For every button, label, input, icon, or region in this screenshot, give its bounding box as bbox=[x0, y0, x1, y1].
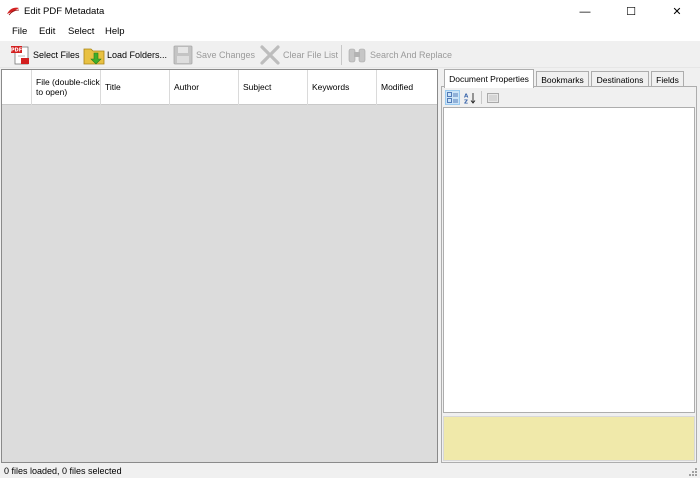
resize-grip-icon[interactable] bbox=[688, 467, 698, 477]
column-title-label: Title bbox=[105, 81, 121, 92]
property-grid-toolbar: A Z bbox=[443, 88, 695, 107]
column-file-label: File (double-click to open) bbox=[36, 77, 100, 97]
folder-icon bbox=[83, 44, 105, 66]
column-file[interactable]: File (double-click to open) bbox=[32, 70, 101, 105]
app-logo-icon bbox=[7, 7, 20, 16]
column-subject-label: Subject bbox=[243, 81, 272, 92]
grid-header: File (double-click to open) Title Author… bbox=[2, 70, 437, 105]
categorized-button[interactable] bbox=[445, 90, 460, 105]
pdf-icon-label: PDF bbox=[11, 47, 22, 53]
maximize-button[interactable]: ☐ bbox=[608, 0, 654, 23]
column-title[interactable]: Title bbox=[101, 70, 170, 105]
column-keywords[interactable]: Keywords bbox=[308, 70, 377, 105]
property-grid[interactable] bbox=[443, 107, 695, 413]
row-header-column bbox=[2, 70, 32, 105]
tab-bookmarks[interactable]: Bookmarks bbox=[536, 71, 589, 87]
tab-bookmarks-label: Bookmarks bbox=[541, 74, 584, 85]
tab-fields-label: Fields bbox=[656, 74, 679, 85]
property-description-pane bbox=[443, 416, 695, 461]
close-button[interactable]: ✕ bbox=[654, 0, 700, 23]
save-disk-icon bbox=[172, 44, 194, 66]
load-folders-button[interactable]: Load Folders... bbox=[83, 43, 167, 66]
file-list-grid[interactable]: File (double-click to open) Title Author… bbox=[1, 69, 438, 463]
binoculars-icon bbox=[346, 44, 368, 66]
menu-file[interactable]: File bbox=[12, 26, 27, 37]
status-text: 0 files loaded, 0 files selected bbox=[4, 466, 122, 476]
tab-document-properties-label: Document Properties bbox=[449, 74, 529, 84]
property-pages-icon bbox=[486, 92, 499, 103]
select-files-button[interactable]: PDF Select Files bbox=[9, 43, 80, 66]
column-author[interactable]: Author bbox=[170, 70, 239, 105]
select-files-label: Select Files bbox=[33, 49, 80, 60]
minimize-button[interactable]: — bbox=[562, 0, 608, 23]
svg-text:Z: Z bbox=[464, 99, 468, 104]
tab-document-properties[interactable]: Document Properties bbox=[444, 69, 534, 88]
clear-x-icon bbox=[259, 44, 281, 66]
tab-destinations[interactable]: Destinations bbox=[591, 71, 649, 87]
clear-file-list-label: Clear File List bbox=[283, 49, 339, 60]
column-keywords-label: Keywords bbox=[312, 81, 350, 92]
menu-help[interactable]: Help bbox=[105, 26, 125, 37]
maximize-icon: ☐ bbox=[626, 6, 636, 18]
categorized-icon bbox=[447, 92, 458, 103]
menu-select[interactable]: Select bbox=[68, 26, 94, 37]
save-changes-label: Save Changes bbox=[196, 49, 256, 60]
title-bar: Edit PDF Metadata — ☐ ✕ bbox=[0, 0, 700, 23]
search-and-replace-label: Search And Replace bbox=[370, 49, 453, 60]
minimize-icon: — bbox=[579, 5, 591, 18]
tab-fields[interactable]: Fields bbox=[651, 71, 684, 87]
toolbar: PDF Select Files Load Folders... Save Ch… bbox=[0, 41, 700, 68]
column-subject[interactable]: Subject bbox=[239, 70, 308, 105]
property-toolbar-separator bbox=[481, 91, 482, 104]
toolbar-separator bbox=[341, 45, 342, 65]
sort-az-icon: A Z bbox=[464, 92, 475, 104]
close-icon: ✕ bbox=[672, 6, 682, 18]
alphabetical-sort-button[interactable]: A Z bbox=[462, 90, 477, 105]
load-folders-label: Load Folders... bbox=[107, 49, 168, 60]
properties-panel: Document Properties Bookmarks Destinatio… bbox=[440, 69, 699, 463]
save-changes-button[interactable]: Save Changes bbox=[172, 43, 255, 66]
column-modified-label: Modified bbox=[381, 81, 414, 92]
clear-file-list-button[interactable]: Clear File List bbox=[259, 43, 338, 66]
column-author-label: Author bbox=[174, 81, 200, 92]
status-bar: 0 files loaded, 0 files selected bbox=[0, 464, 700, 478]
search-and-replace-button[interactable]: Search And Replace bbox=[346, 43, 452, 66]
pdf-file-icon: PDF bbox=[9, 44, 31, 66]
column-modified[interactable]: Modified bbox=[377, 70, 437, 105]
document-properties-content: A Z bbox=[441, 86, 697, 463]
tab-destinations-label: Destinations bbox=[596, 74, 644, 85]
property-pages-button[interactable] bbox=[485, 90, 500, 105]
menu-bar: File Edit Select Help bbox=[0, 23, 700, 41]
window-title: Edit PDF Metadata bbox=[24, 6, 105, 17]
menu-edit[interactable]: Edit bbox=[39, 26, 55, 37]
